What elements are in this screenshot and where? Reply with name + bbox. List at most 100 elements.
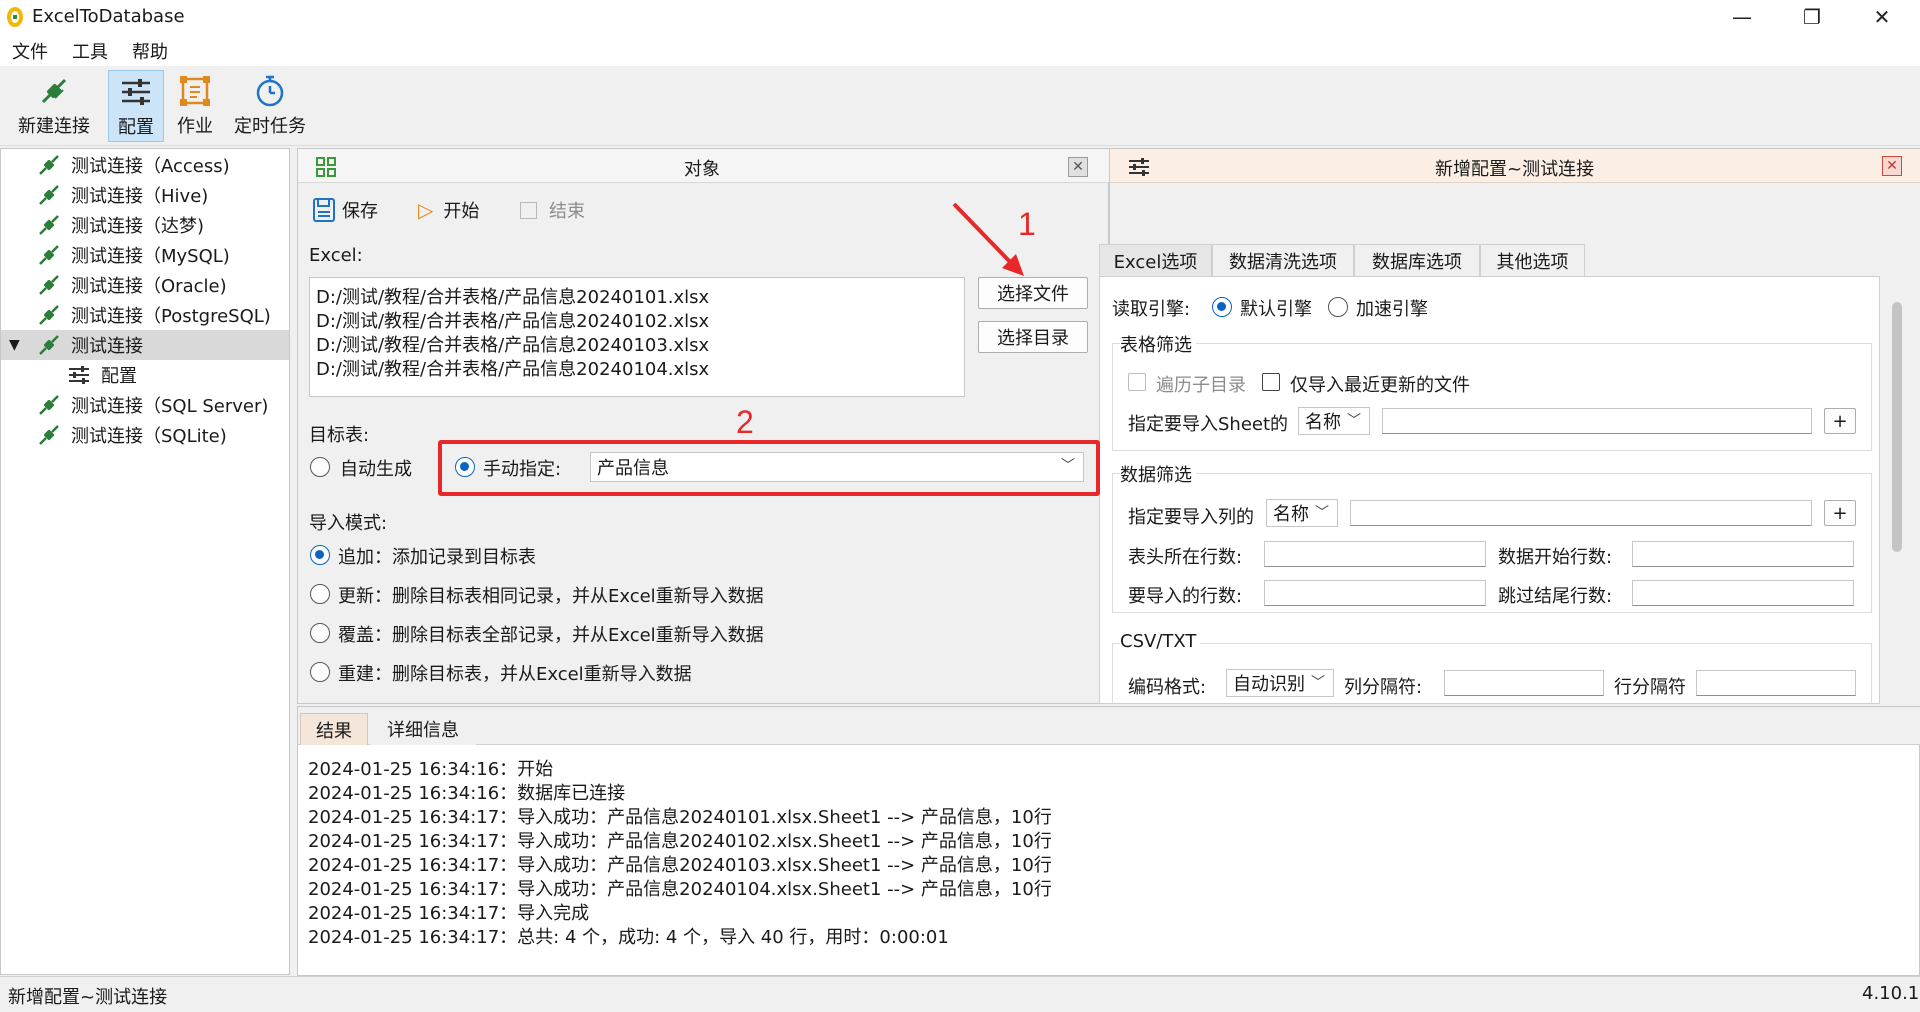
maximize-button[interactable]: ❐ — [1782, 2, 1842, 32]
app-logo-icon — [7, 7, 23, 27]
tree-item-label: 测试连接（PostgreSQL) — [71, 306, 271, 327]
tree-item-dameng[interactable]: 测试连接（达梦) — [1, 210, 289, 240]
status-bar: 新增配置~测试连接 4.10.1 — [0, 976, 1920, 1012]
auto-generate-radio[interactable] — [310, 457, 330, 477]
data-start-input[interactable] — [1632, 541, 1854, 567]
mode-overwrite-radio[interactable] — [310, 623, 330, 643]
tree-item-config[interactable]: 配置 — [1, 360, 289, 390]
target-table-label: 目标表: — [309, 425, 370, 446]
end-button[interactable]: 结束 — [520, 197, 585, 223]
tab-other-options[interactable]: 其他选项 — [1480, 244, 1585, 276]
new-connection-button[interactable]: 新建连接 — [8, 70, 100, 142]
sheet-label: 指定要导入Sheet的 — [1128, 414, 1289, 435]
skip-tail-input[interactable] — [1632, 580, 1854, 606]
config-panel: 新增配置~测试连接 ✕ Excel选项 数据清洗选项 数据库选项 其他选项 读取… — [1099, 148, 1920, 705]
sheet-add-button[interactable]: + — [1824, 408, 1856, 434]
chevron-down-icon: ﹀ — [1347, 413, 1361, 429]
minimize-button[interactable]: — — [1712, 2, 1772, 32]
config-panel-header: 新增配置~测试连接 ✕ — [1110, 149, 1920, 183]
excel-file-list[interactable]: D:/测试/教程/合并表格/产品信息20240101.xlsx D:/测试/教程… — [309, 277, 965, 397]
mode-rebuild-radio[interactable] — [310, 662, 330, 682]
engine-default-label: 默认引擎 — [1240, 299, 1312, 320]
column-separator-input[interactable] — [1444, 670, 1604, 696]
config-button[interactable]: 配置 — [108, 70, 164, 142]
chevron-down-icon[interactable]: ▼ — [9, 337, 37, 353]
encoding-value: 自动识别 — [1233, 674, 1305, 695]
connection-tree: 测试连接（Access) 测试连接（Hive) 测试连接（达梦) 测试连接（My… — [0, 148, 290, 975]
column-mode-select[interactable]: 名称 ﹀ — [1266, 499, 1338, 527]
rows-to-import-label: 要导入的行数: — [1128, 586, 1243, 607]
row-separator-input[interactable] — [1696, 670, 1856, 696]
log-line: 2024-01-25 16:34:17：导入成功：产品信息20240101.xl… — [308, 807, 1052, 828]
menu-file[interactable]: 文件 — [12, 38, 48, 64]
menu-tools[interactable]: 工具 — [72, 38, 108, 64]
mode-append-label: 追加：添加记录到目标表 — [338, 547, 536, 568]
log-line: 2024-01-25 16:34:17：导入成功：产品信息20240102.xl… — [308, 831, 1052, 852]
log-line: 2024-01-25 16:34:17：导入完成 — [308, 903, 590, 924]
save-label: 保存 — [342, 201, 378, 222]
rows-to-import-input[interactable] — [1264, 580, 1486, 606]
tree-item-sqlserver[interactable]: 测试连接（SQL Server) — [1, 390, 289, 420]
results-tab-bar: 结果 详细信息 — [298, 707, 1920, 745]
tree-item-label: 测试连接（Access) — [71, 156, 230, 177]
config-panel-close-icon[interactable]: ✕ — [1882, 156, 1902, 176]
tab-data-cleaning[interactable]: 数据清洗选项 — [1212, 244, 1354, 276]
select-directory-button[interactable]: 选择目录 — [978, 321, 1088, 353]
engine-fast-label: 加速引擎 — [1356, 299, 1428, 320]
tree-item-postgresql[interactable]: 测试连接（PostgreSQL) — [1, 300, 289, 330]
job-icon — [175, 70, 215, 112]
column-input[interactable] — [1350, 500, 1812, 526]
sheet-mode-select[interactable]: 名称 ﹀ — [1298, 407, 1370, 435]
encoding-select[interactable]: 自动识别 ﹀ — [1226, 669, 1334, 697]
log-line: 2024-01-25 16:34:17：总共: 4 个，成功: 4 个，导入 4… — [308, 927, 949, 948]
log-line: 2024-01-25 16:34:16：数据库已连接 — [308, 783, 626, 804]
column-add-button[interactable]: + — [1824, 500, 1856, 526]
select-file-button[interactable]: 选择文件 — [978, 277, 1088, 309]
plug-icon — [39, 305, 59, 325]
engine-default-radio[interactable] — [1212, 297, 1232, 317]
tree-item-oracle[interactable]: 测试连接（Oracle) — [1, 270, 289, 300]
engine-fast-radio[interactable] — [1328, 297, 1348, 317]
engine-label: 读取引擎: — [1112, 299, 1191, 320]
title-bar: ExcelToDatabase — ❐ ✕ — [0, 0, 1920, 34]
tree-item-mysql[interactable]: 测试连接（MySQL) — [1, 240, 289, 270]
mode-update-radio[interactable] — [310, 584, 330, 604]
tab-database-options[interactable]: 数据库选项 — [1354, 244, 1480, 276]
tab-details[interactable]: 详细信息 — [370, 713, 476, 745]
data-filter-title: 数据筛选 — [1120, 461, 1196, 487]
job-button[interactable]: 作业 — [170, 70, 220, 142]
mode-rebuild-label: 重建：删除目标表，并从Excel重新导入数据 — [338, 664, 692, 685]
sliders-icon — [116, 71, 156, 113]
save-button[interactable]: 保存 — [312, 197, 378, 223]
file-item: D:/测试/教程/合并表格/产品信息20240101.xlsx — [316, 287, 710, 308]
mode-overwrite-label: 覆盖：删除目标表全部记录，并从Excel重新导入数据 — [338, 625, 764, 646]
menu-help[interactable]: 帮助 — [132, 38, 168, 64]
tab-results[interactable]: 结果 — [300, 713, 368, 745]
plug-icon — [39, 335, 59, 355]
tree-item-test-connection[interactable]: ▼ 测试连接 — [1, 330, 289, 360]
mode-append-radio[interactable] — [310, 545, 330, 565]
header-row-input[interactable] — [1264, 541, 1486, 567]
tree-item-hive[interactable]: 测试连接（Hive) — [1, 180, 289, 210]
traverse-subdir-label: 遍历子目录 — [1156, 375, 1246, 396]
save-icon — [313, 198, 335, 222]
plug-icon — [39, 215, 59, 235]
close-button[interactable]: ✕ — [1852, 2, 1912, 32]
tab-excel-options[interactable]: Excel选项 — [1099, 244, 1212, 276]
config-scrollbar[interactable] — [1892, 302, 1902, 552]
tree-item-label: 测试连接（Oracle) — [71, 276, 227, 297]
scheduled-task-button[interactable]: 定时任务 — [232, 70, 308, 142]
table-filter-title: 表格筛选 — [1120, 331, 1196, 357]
tree-item-sqlite[interactable]: 测试连接（SQLite) — [1, 420, 289, 450]
start-button[interactable]: ▷ 开始 — [418, 197, 479, 223]
config-label: 配置 — [118, 117, 154, 138]
object-panel-close-icon[interactable]: ✕ — [1068, 157, 1088, 177]
tree-item-access[interactable]: 测试连接（Access) — [1, 150, 289, 180]
traverse-subdir-checkbox[interactable] — [1128, 373, 1146, 391]
recent-only-checkbox[interactable] — [1262, 373, 1280, 391]
menu-bar: 文件 工具 帮助 — [0, 34, 1920, 66]
file-item: D:/测试/教程/合并表格/产品信息20240103.xlsx — [316, 335, 710, 356]
arrow-icon — [952, 202, 1024, 276]
sheet-input[interactable] — [1382, 408, 1812, 434]
grid-icon — [316, 157, 336, 177]
